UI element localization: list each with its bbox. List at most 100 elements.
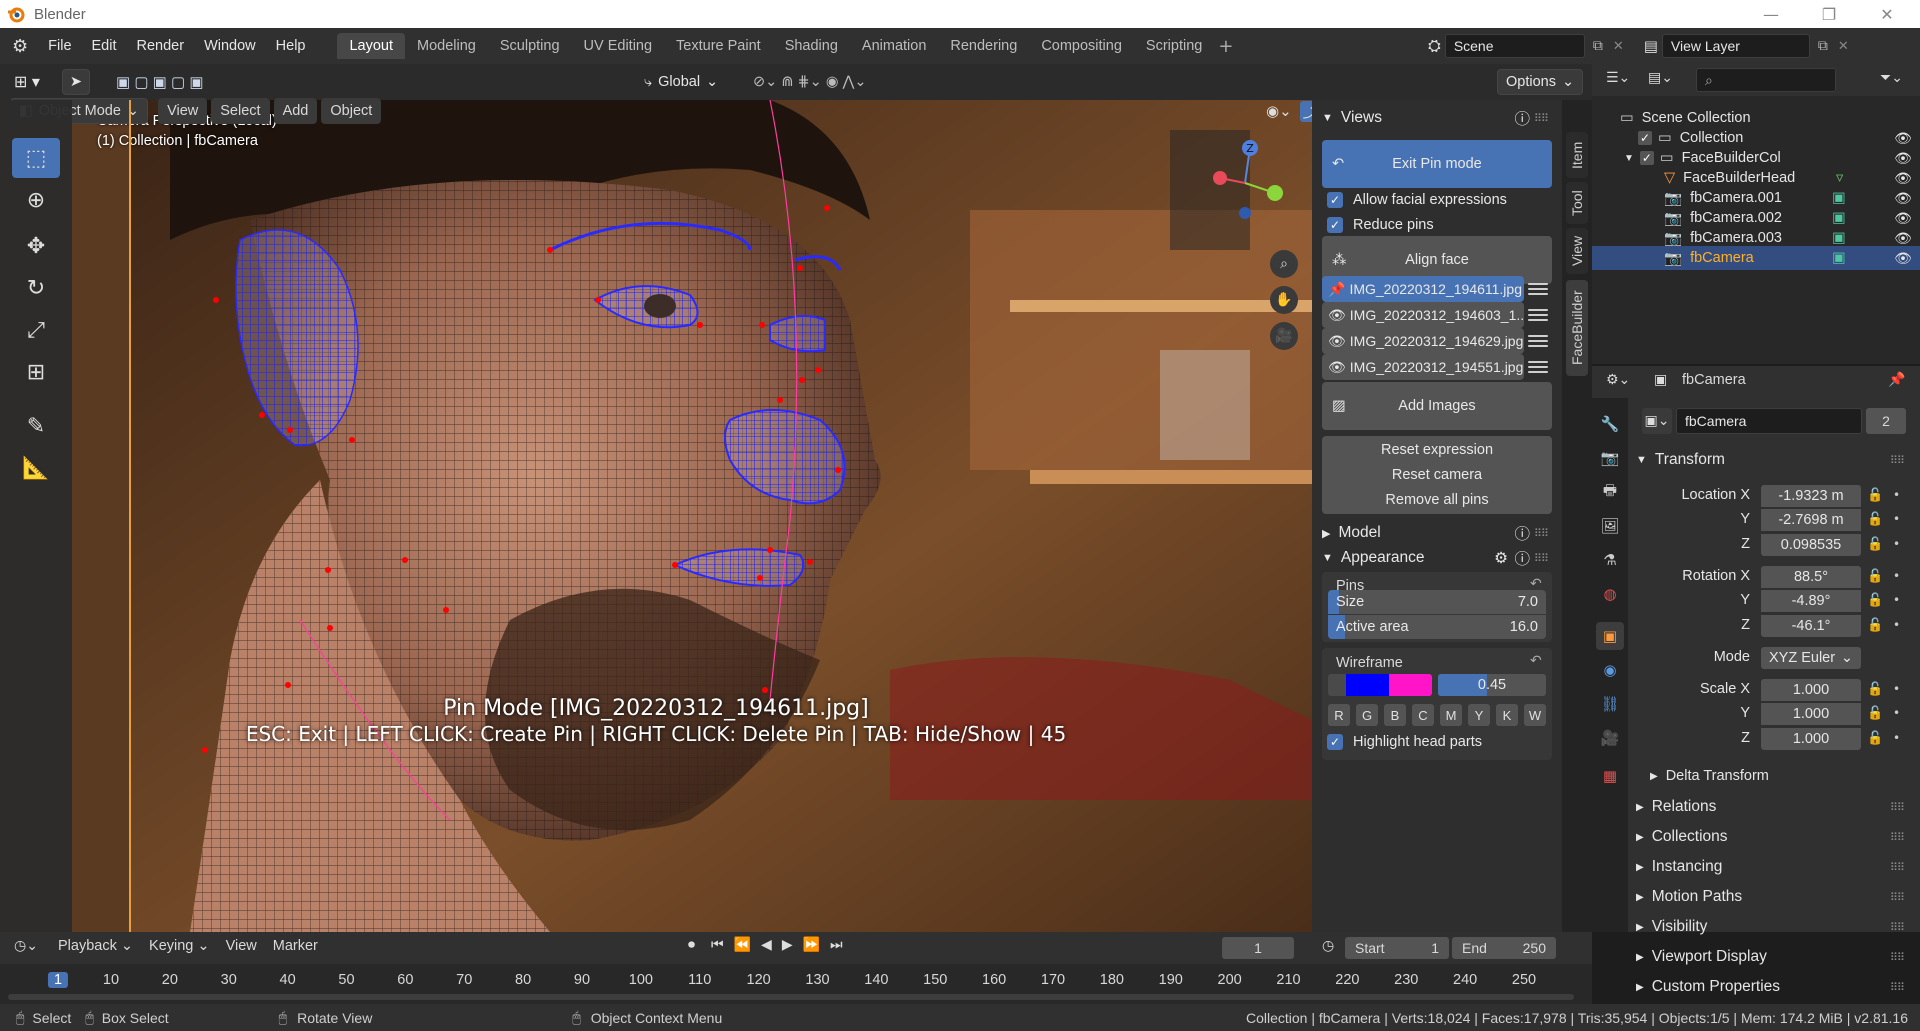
rotation-x-field[interactable]: 88.5° (1761, 566, 1861, 588)
display-mode-icon[interactable]: ▤⌄ (1648, 70, 1673, 86)
pan-view-icon[interactable]: ✋ (1270, 286, 1298, 314)
menu-help[interactable]: Help (266, 38, 316, 54)
location-z-field[interactable]: 0.098535 (1761, 534, 1861, 556)
location-y-field[interactable]: -2.7698 m (1761, 509, 1861, 531)
navigation-gizmo[interactable]: Z (1205, 138, 1285, 228)
color-b-button[interactable]: B (1384, 704, 1406, 726)
scale-y-field[interactable]: 1.000 (1761, 703, 1861, 725)
workspace-tab-shading[interactable]: Shading (773, 33, 850, 59)
object-properties-icon[interactable]: ▣ (1596, 622, 1624, 650)
outliner-editor-icon[interactable]: ☰⌄ (1606, 70, 1630, 86)
rotation-mode-dropdown[interactable]: XYZ Euler ⌄ (1761, 647, 1861, 669)
keyframe-dot-icon[interactable]: • (1893, 537, 1900, 551)
reset-wireframe-icon[interactable]: ↶ (1530, 653, 1542, 669)
lock-icon[interactable]: 🔓 (1867, 569, 1883, 584)
workspace-tab-rendering[interactable]: Rendering (938, 33, 1029, 59)
tab-tool[interactable]: Tool (1566, 182, 1588, 224)
tab-view[interactable]: View (1566, 228, 1588, 274)
keyframe-dot-icon[interactable]: • (1893, 488, 1900, 502)
view-layer-icon[interactable]: ▤ (1644, 37, 1658, 55)
color-y-button[interactable]: Y (1468, 704, 1490, 726)
scene-selector-icon[interactable]: ⛭ (1428, 36, 1441, 56)
camera-view-icon[interactable]: 🎥 (1270, 322, 1298, 350)
filter-icon[interactable]: ⏷⌄ (1880, 70, 1903, 86)
image-menu-icon[interactable] (1528, 354, 1548, 380)
delete-scene-icon[interactable]: ✕ (1613, 39, 1624, 54)
workspace-tab-layout[interactable]: Layout (337, 33, 406, 59)
new-scene-icon[interactable]: ⧉ (1593, 38, 1603, 54)
rotation-z-field[interactable]: -46.1° (1761, 615, 1861, 637)
texture-properties-icon[interactable]: ▦ (1596, 762, 1624, 790)
workspace-tab-texture-paint[interactable]: Texture Paint (664, 33, 773, 59)
checkbox-icon[interactable]: ✓ (1639, 151, 1654, 165)
object-mode-dropdown[interactable]: ◧ Object Mode ⌄ (10, 98, 149, 124)
physics-properties-icon[interactable]: ◉ (1596, 656, 1624, 684)
new-view-layer-icon[interactable]: ⧉ (1818, 38, 1828, 54)
menu-select[interactable]: Select (211, 98, 270, 124)
eye-icon[interactable]: 👁 (1894, 169, 1912, 187)
pin-icon[interactable]: 📌 (1888, 372, 1905, 388)
outliner-search-input[interactable]: ⌕ (1696, 68, 1836, 92)
workspace-tab-modeling[interactable]: Modeling (405, 33, 488, 59)
active-area-slider[interactable]: Active area 16.0 (1328, 615, 1546, 639)
lock-icon[interactable]: 🔓 (1867, 706, 1883, 721)
blender-menu-icon[interactable]: ⚙ (12, 36, 28, 57)
color-g-button[interactable]: G (1356, 704, 1378, 726)
scene-field[interactable]: Scene (1444, 34, 1585, 58)
wireframe-color-1-swatch[interactable] (1346, 674, 1389, 696)
output-properties-icon[interactable]: 🖶 (1596, 478, 1624, 506)
zoom-view-icon[interactable]: ⌕ (1270, 250, 1298, 278)
scale-z-field[interactable]: 1.000 (1761, 728, 1861, 750)
visibility-section-header[interactable]: ▶ Visibility ⠿⠿ (1636, 913, 1912, 941)
keyframe-dot-icon[interactable]: • (1893, 731, 1900, 745)
lock-icon[interactable]: 🔓 (1867, 537, 1883, 552)
selection-mode-icons[interactable]: ▣ ▢ ▣ ▢ ▣ (108, 69, 212, 95)
timeline-scrollbar[interactable] (8, 994, 1574, 1000)
color-k-button[interactable]: K (1496, 704, 1518, 726)
eye-icon[interactable]: 👁 (1894, 229, 1912, 247)
editor-type-icon[interactable]: ⊞ ▾ (6, 69, 48, 95)
viewport-display-section-header[interactable]: ▶ Viewport Display ⠿⠿ (1636, 943, 1912, 971)
reset-camera-button[interactable]: Reset camera (1322, 461, 1552, 489)
lock-icon[interactable]: 🔓 (1867, 593, 1883, 608)
image-row-1[interactable]: 📌 IMG_20220312_194611.jpg (1322, 276, 1524, 302)
motion-paths-section-header[interactable]: ▶ Motion Paths ⠿⠿ (1636, 883, 1912, 911)
datablock-name-field[interactable]: fbCamera (1676, 408, 1862, 434)
color-c-button[interactable]: C (1412, 704, 1434, 726)
3d-viewport[interactable]: Camera Perspective (Local) (1) Collectio… (0, 100, 1312, 932)
image-menu-icon[interactable] (1528, 276, 1548, 302)
lock-icon[interactable]: 🔓 (1867, 488, 1883, 503)
views-section-header[interactable]: ▼ Views ⓘ ⠿⠿ (1318, 104, 1556, 132)
color-m-button[interactable]: M (1440, 704, 1462, 726)
gear-icon[interactable]: ⚙ (1494, 549, 1508, 568)
datablock-browse-icon[interactable]: ▣⌄ (1642, 408, 1672, 434)
workspace-tab-uv-editing[interactable]: UV Editing (572, 33, 665, 59)
lock-icon[interactable]: 🔓 (1867, 618, 1883, 633)
eye-icon[interactable]: 👁 (1894, 149, 1912, 167)
workspace-tab-animation[interactable]: Animation (850, 33, 938, 59)
camera-data-properties-icon[interactable]: 🎥 (1596, 724, 1624, 752)
workspace-tab-sculpting[interactable]: Sculpting (488, 33, 572, 59)
close-window-button[interactable]: ✕ (1864, 0, 1910, 28)
add-workspace-icon[interactable]: + (1218, 36, 1233, 57)
color-w-button[interactable]: W (1524, 704, 1546, 726)
datablock-users-count[interactable]: 2 (1866, 408, 1906, 434)
menu-file[interactable]: File (38, 38, 81, 54)
reduce-pins-checkbox[interactable]: ✓ Reduce pins (1327, 217, 1434, 233)
remove-all-pins-button[interactable]: Remove all pins (1322, 486, 1552, 514)
tab-item[interactable]: Item (1566, 132, 1588, 178)
highlight-head-parts-checkbox[interactable]: ✓ Highlight head parts (1327, 734, 1482, 750)
reset-expression-button[interactable]: Reset expression (1322, 436, 1552, 464)
help-icon[interactable]: ⓘ (1514, 522, 1530, 544)
image-row-2[interactable]: 👁 IMG_20220312_194603_1... (1322, 302, 1524, 328)
collections-section-header[interactable]: ▶ Collections ⠿⠿ (1636, 823, 1912, 851)
render-properties-icon[interactable]: 📷 (1596, 444, 1624, 472)
model-section-header[interactable]: ▶ Model ⓘ ⠿⠿ (1318, 519, 1556, 547)
location-x-field[interactable]: -1.9323 m (1761, 485, 1861, 507)
maximize-button[interactable]: ❐ (1806, 0, 1852, 28)
keyframe-dot-icon[interactable]: • (1893, 512, 1900, 526)
eye-icon[interactable]: 👁 (1894, 209, 1912, 227)
eye-icon[interactable]: 👁 (1894, 129, 1912, 147)
eye-icon[interactable]: 👁 (1894, 189, 1912, 207)
view-layer-properties-icon[interactable]: 🖼 (1596, 512, 1624, 540)
